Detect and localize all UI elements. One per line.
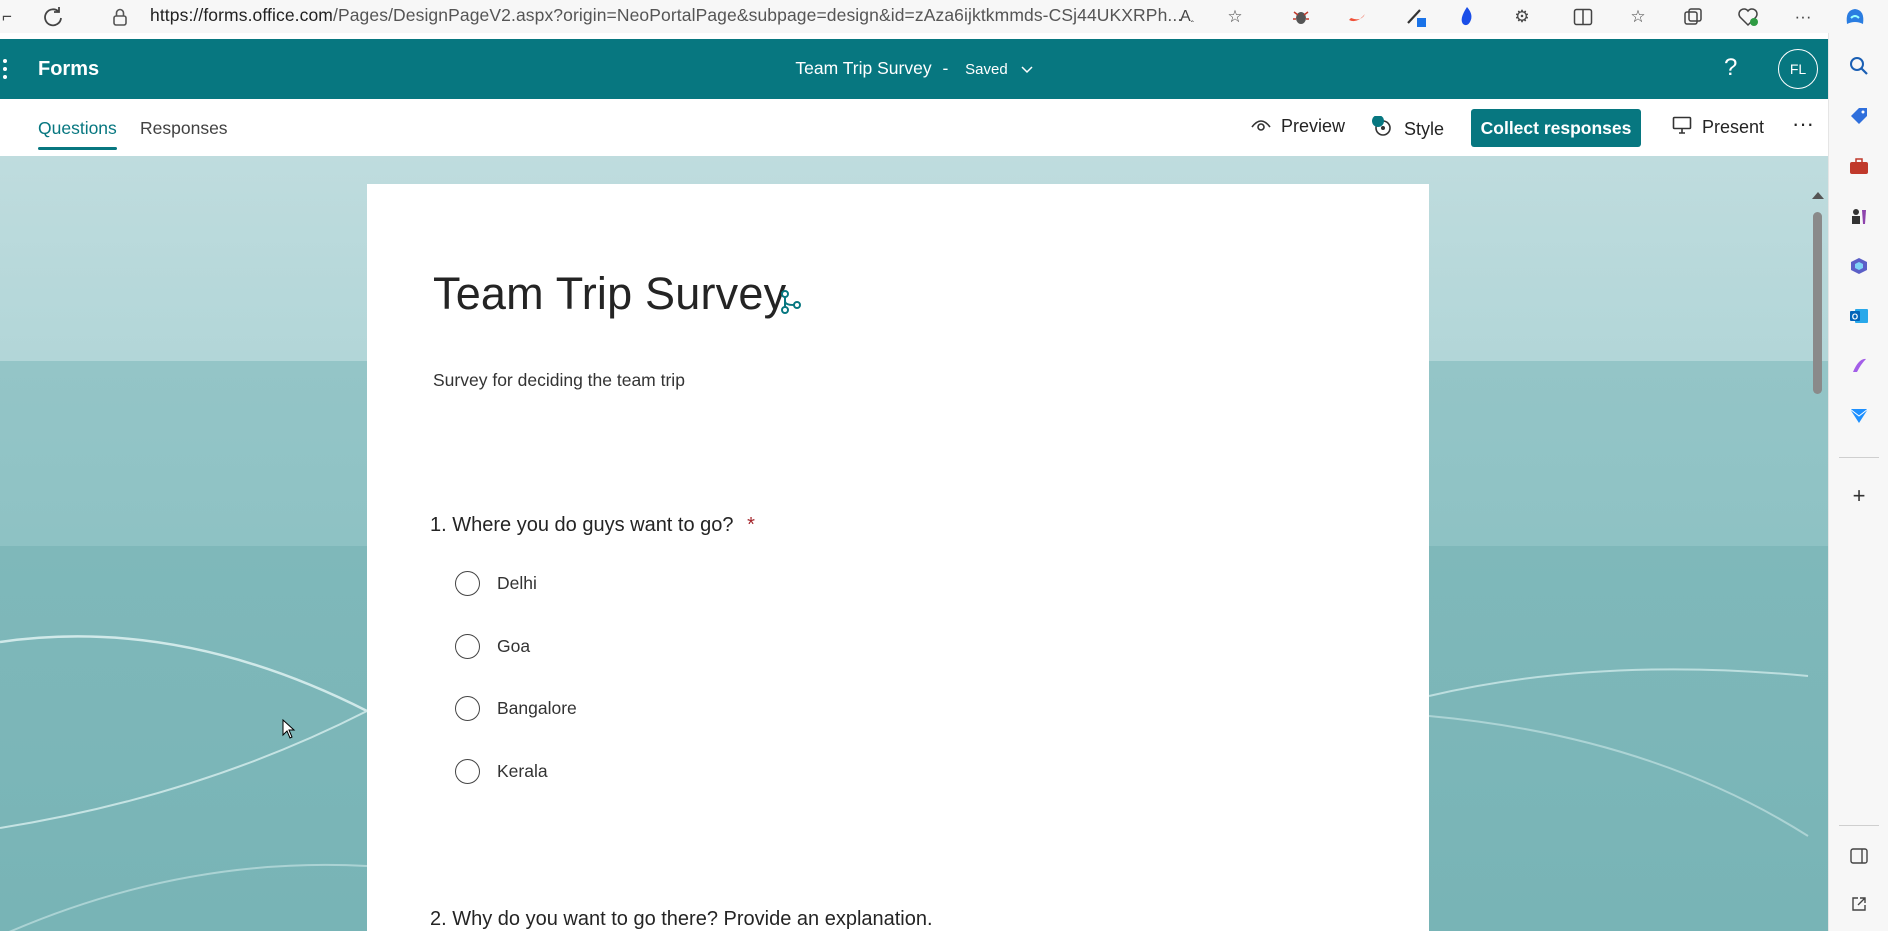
sidebar-divider: [1839, 457, 1879, 458]
add-sidebar-icon[interactable]: +: [1846, 483, 1872, 509]
form-card: Team Trip Survey Survey for deciding the…: [367, 184, 1429, 931]
favorite-star-icon[interactable]: ☆: [1222, 4, 1248, 30]
microsoft365-icon[interactable]: [1846, 253, 1872, 279]
option-bangalore[interactable]: Bangalore: [455, 694, 577, 722]
read-aloud-icon[interactable]: Aꞈ: [1174, 4, 1200, 30]
shopping-tag-icon[interactable]: [1846, 103, 1872, 129]
radio-button[interactable]: [455, 695, 480, 721]
edge-sidebar: O +: [1828, 33, 1888, 931]
address-bar[interactable]: https://forms.office.com/Pages/DesignPag…: [150, 5, 1182, 26]
tab-bar: Questions Responses Preview Style Collec…: [0, 99, 1828, 156]
eye-icon: [1251, 116, 1271, 137]
more-options-icon[interactable]: ···: [1792, 111, 1814, 137]
scroll-up-arrow[interactable]: [1812, 192, 1824, 199]
flame-extension-icon[interactable]: [1454, 4, 1480, 30]
required-marker: *: [747, 514, 755, 536]
swift-extension-icon[interactable]: [1344, 4, 1370, 30]
url-path: /Pages/DesignPageV2.aspx?origin=NeoPorta…: [332, 5, 1183, 25]
forms-header: Forms Team Trip Survey - Saved ? FL: [0, 39, 1828, 99]
save-status: Saved: [965, 61, 1008, 78]
present-button[interactable]: Present: [1672, 116, 1764, 139]
survey-title[interactable]: Team Trip Survey: [433, 268, 786, 320]
browser-toolbar: ⌐ https://forms.office.com/Pages/DesignP…: [0, 0, 1888, 33]
option-delhi[interactable]: Delhi: [455, 569, 537, 597]
monitor-icon: [1672, 116, 1692, 139]
question-1-title[interactable]: 1. Where you do guys want to go? *: [430, 514, 755, 537]
designer-icon[interactable]: [1846, 353, 1872, 379]
browser-essentials-icon[interactable]: [1735, 4, 1761, 30]
chevron-down-icon[interactable]: [1021, 58, 1033, 78]
outlook-icon[interactable]: O: [1846, 303, 1872, 329]
option-label: Kerala: [497, 760, 548, 781]
preview-button[interactable]: Preview: [1251, 116, 1345, 137]
style-label: Style: [1404, 119, 1445, 139]
mouse-cursor: [282, 718, 296, 744]
option-label: Delhi: [497, 572, 537, 593]
option-label: Goa: [497, 635, 531, 656]
radio-button[interactable]: [455, 570, 480, 596]
option-kerala[interactable]: Kerala: [455, 757, 548, 785]
title-separator: -: [942, 58, 949, 78]
help-icon[interactable]: ?: [1724, 54, 1737, 82]
extension-bug-icon[interactable]: [1288, 4, 1314, 30]
favorites-icon[interactable]: ☆: [1625, 4, 1651, 30]
question-number: 2.: [430, 908, 447, 930]
collect-responses-button[interactable]: Collect responses: [1471, 109, 1641, 147]
option-label: Bangalore: [497, 697, 577, 718]
pen-extension-icon[interactable]: [1403, 4, 1429, 30]
scrollbar-thumb[interactable]: [1813, 212, 1822, 394]
scrollbar[interactable]: [1808, 190, 1828, 931]
radio-button[interactable]: [455, 633, 480, 659]
style-button[interactable]: Style: [1372, 115, 1445, 143]
tab-questions[interactable]: Questions: [38, 118, 117, 150]
lock-icon[interactable]: [107, 4, 133, 30]
back-icon[interactable]: ⌐: [0, 4, 20, 30]
refresh-icon[interactable]: [40, 4, 66, 30]
header-form-title: Team Trip Survey: [795, 58, 932, 78]
option-goa[interactable]: Goa: [455, 632, 530, 660]
sidebar-divider: [1839, 825, 1879, 826]
question-text: Where you do guys want to go?: [452, 514, 734, 536]
games-chess-icon[interactable]: [1846, 203, 1872, 229]
question-number: 1.: [430, 514, 447, 536]
extensions-puzzle-icon[interactable]: ⚙: [1509, 4, 1535, 30]
question-text: Why do you want to go there? Provide an …: [452, 908, 933, 930]
svg-text:O: O: [1852, 313, 1858, 322]
collections-icon[interactable]: [1680, 4, 1706, 30]
tools-briefcase-icon[interactable]: [1846, 153, 1872, 179]
sidebar-search-icon[interactable]: [1846, 53, 1872, 79]
open-external-icon[interactable]: [1846, 891, 1872, 917]
tab-responses[interactable]: Responses: [140, 118, 228, 139]
preview-label: Preview: [1281, 116, 1346, 136]
hide-sidebar-icon[interactable]: [1846, 843, 1872, 869]
branching-icon[interactable]: [779, 289, 803, 320]
radio-button[interactable]: [455, 758, 480, 784]
split-screen-icon[interactable]: [1570, 4, 1596, 30]
url-domain: https://forms.office.com: [150, 5, 333, 25]
question-2-title[interactable]: 2. Why do you want to go there? Provide …: [430, 908, 933, 931]
settings-more-icon[interactable]: ···: [1790, 4, 1816, 30]
form-title-header[interactable]: Team Trip Survey - Saved: [0, 58, 1828, 79]
send-icon[interactable]: [1846, 403, 1872, 429]
survey-description[interactable]: Survey for deciding the team trip: [433, 370, 685, 391]
palette-icon: [1372, 115, 1394, 143]
avatar[interactable]: FL: [1778, 49, 1818, 89]
present-label: Present: [1702, 117, 1765, 137]
copilot-icon[interactable]: [1842, 4, 1868, 30]
